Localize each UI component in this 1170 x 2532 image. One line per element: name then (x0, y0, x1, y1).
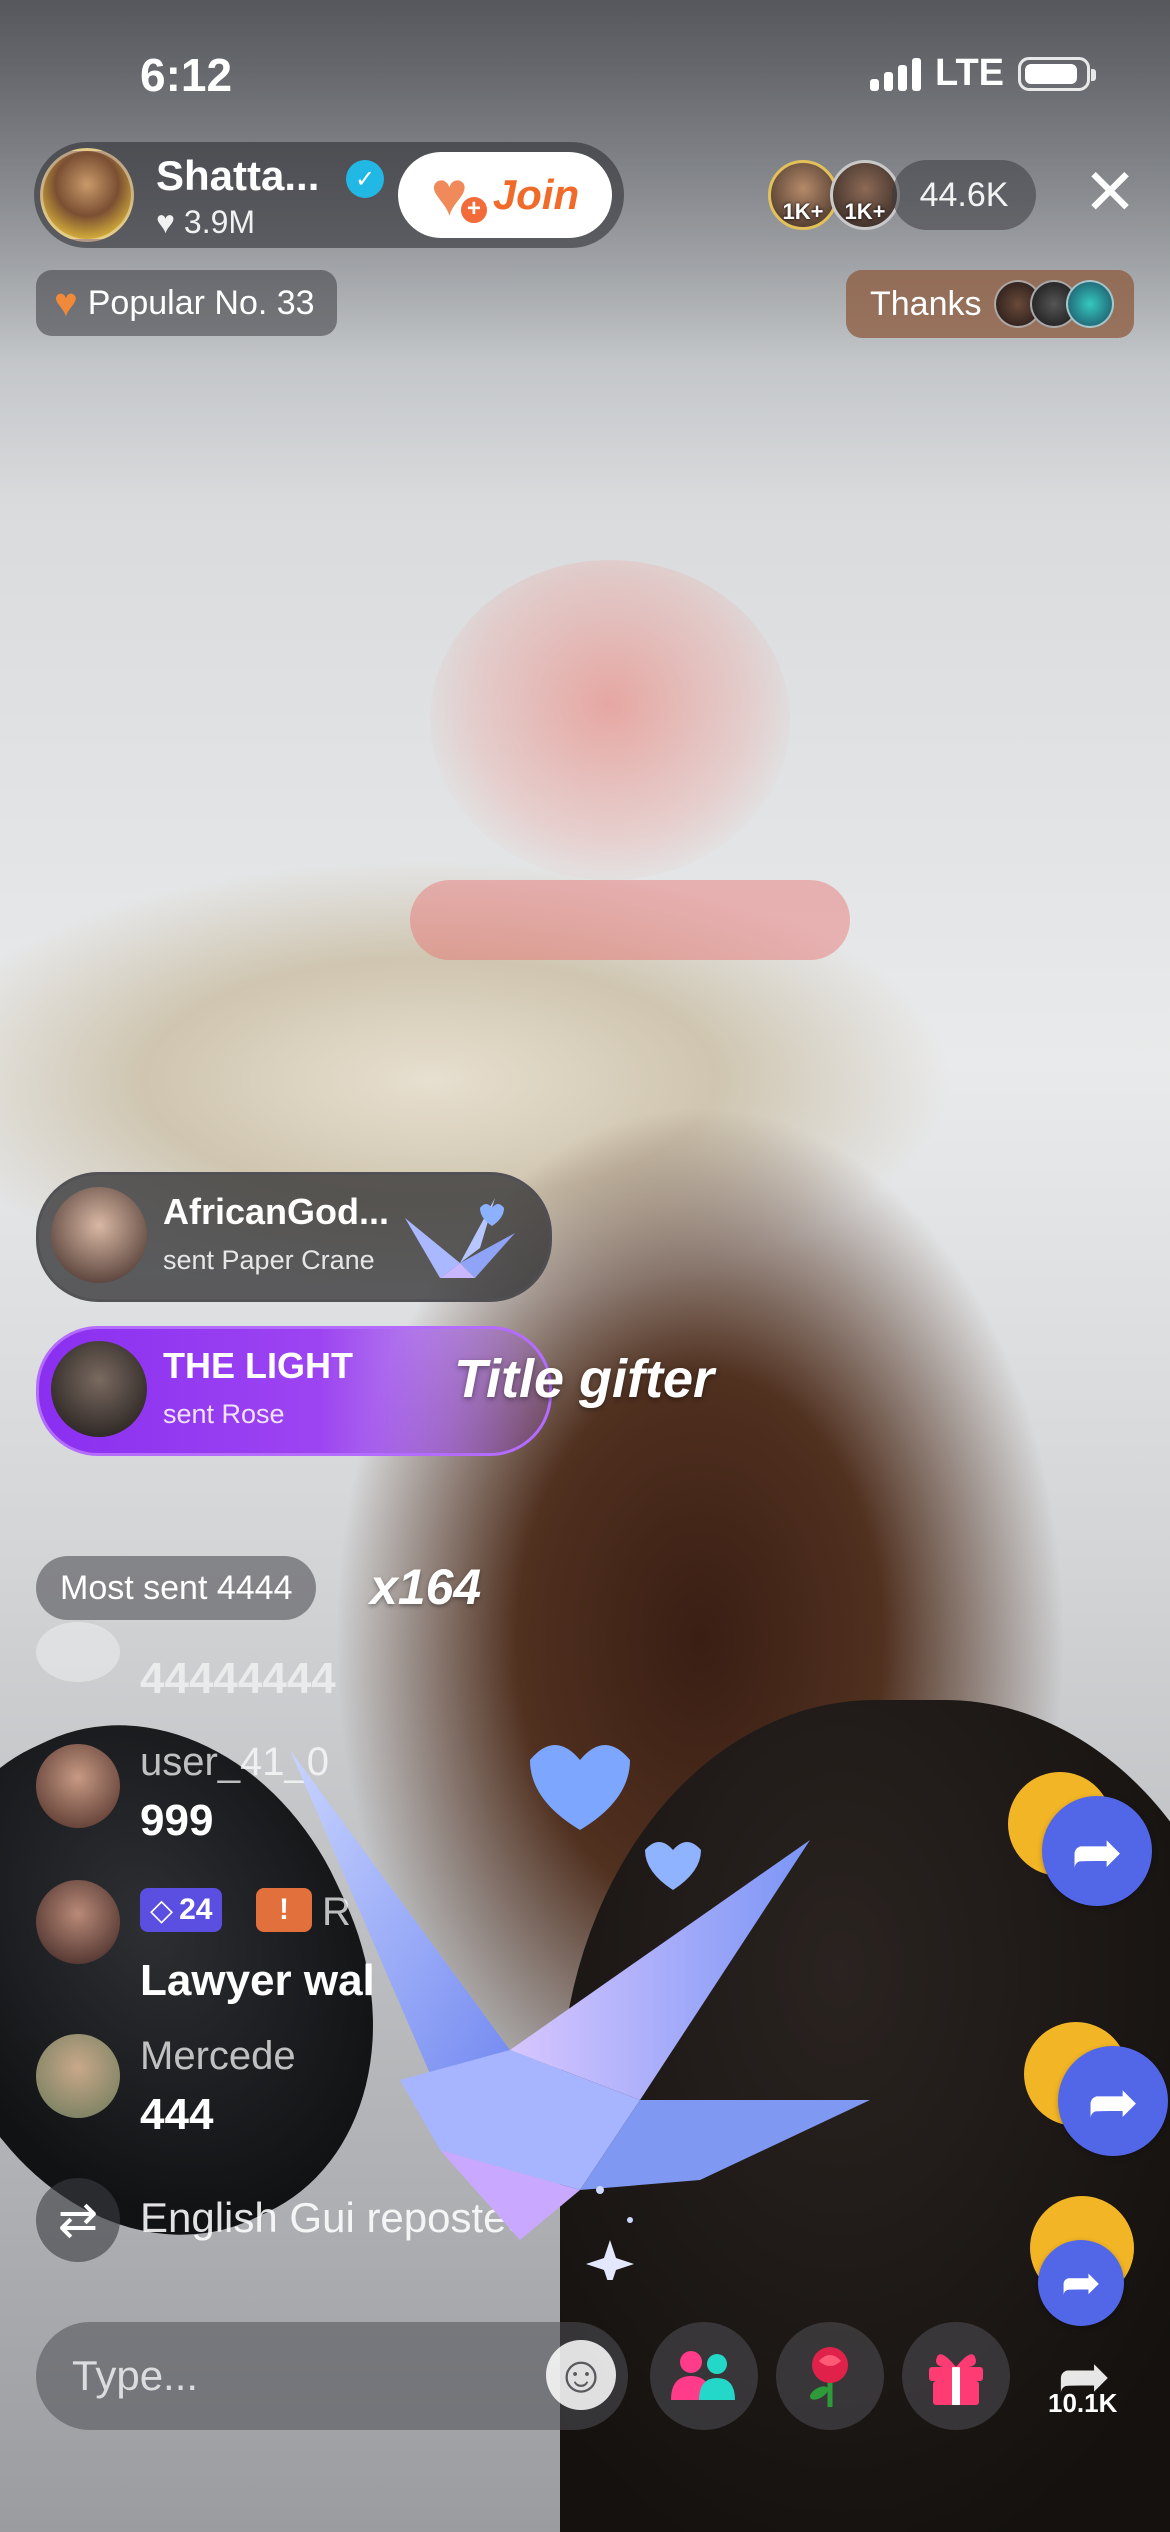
gift-sender-name: AfricanGod... (163, 1191, 390, 1232)
comment-input[interactable]: Type... ☺ (36, 2322, 628, 2430)
most-sent-badge: Most sent 4444 (36, 1556, 317, 1620)
avatar[interactable] (36, 1622, 120, 1682)
share-notification[interactable]: ➦ (1024, 2022, 1168, 2156)
close-icon[interactable]: ✕ (1080, 160, 1140, 224)
status-indicators: LTE (870, 52, 1096, 95)
gift-action: sent Paper Crane (163, 1245, 375, 1275)
host-avatar[interactable] (40, 148, 134, 242)
gift-button[interactable] (902, 2322, 1010, 2430)
avatar[interactable] (36, 1880, 120, 1964)
chat-username[interactable]: Mercede (140, 2034, 296, 2079)
friends-button[interactable] (650, 2322, 758, 2430)
heart-icon: ♥ (156, 204, 175, 240)
avatar (51, 1187, 147, 1283)
rose-icon (809, 2347, 848, 2407)
battery-icon (1018, 56, 1096, 91)
repost-icon: ⇄ (36, 2178, 120, 2262)
network-label: LTE (935, 52, 1004, 94)
top-viewer-avatar[interactable]: 1K+ (768, 160, 838, 230)
gift-icon (929, 2354, 983, 2405)
avatar[interactable] (36, 2034, 120, 2118)
join-label: Join (492, 171, 580, 218)
avatar (51, 1341, 147, 1437)
top-viewer-avatar[interactable]: 1K+ (830, 160, 900, 230)
friends-icon (671, 2351, 735, 2400)
host-name: Shatta... (156, 152, 320, 199)
gift-combo-count: x164 (370, 1559, 482, 1615)
level-badge: ◇ 24 (140, 1888, 223, 1932)
chat-message: 444 (140, 2090, 214, 2139)
comment-placeholder: Type... (72, 2352, 199, 2399)
share-count: 10.1K (1048, 2388, 1118, 2418)
host-info[interactable]: Shatta... ✓ ♥ 3.9M Join (34, 142, 624, 248)
signal-icon (870, 57, 922, 91)
viewer-badge: 1K+ (782, 199, 824, 224)
paper-crane-gift-animation (290, 1745, 870, 2280)
share-icon: ➦ (1042, 1796, 1152, 1906)
share-icon: ➦ (1038, 2240, 1124, 2326)
share-notification[interactable]: ➦ (1030, 2196, 1140, 2326)
host-likes: ♥ 3.9M (156, 204, 255, 241)
popular-rank-badge[interactable]: ♥ Popular No. 33 (36, 270, 337, 336)
viewer-count[interactable]: 44.6K (892, 160, 1036, 230)
thanks-panel[interactable]: Thanks (846, 270, 1134, 338)
popular-rank-label: Popular No. 33 (87, 283, 315, 322)
join-button[interactable]: Join (398, 152, 612, 238)
gifter-avatars (993, 280, 1114, 328)
level-number: 24 (179, 1893, 213, 1926)
share-notification[interactable]: ➦ (1008, 1772, 1152, 1906)
avatar (1065, 280, 1114, 328)
gift-sender-name: THE LIGHT (163, 1345, 353, 1386)
verified-icon: ✓ (346, 160, 384, 198)
title-gifter-label: Title gifter (454, 1349, 715, 1409)
gift-animation-banner (410, 880, 850, 960)
viewer-badge: 1K+ (844, 199, 886, 224)
share-icon: ➦ (1058, 2046, 1168, 2156)
fan-club-heart-icon (431, 159, 489, 230)
paper-crane-icon (405, 1198, 515, 1278)
chat-message: 44444444 (140, 1654, 336, 1703)
chat-message: 999 (140, 1796, 214, 1845)
avatar[interactable] (36, 1744, 120, 1828)
gift-action: sent Rose (163, 1399, 285, 1429)
diamond-icon: ◇ (150, 1893, 174, 1927)
emoji-icon[interactable]: ☺ (546, 2340, 616, 2410)
host-likes-count: 3.9M (183, 204, 256, 240)
heart-icon: ♥ (54, 280, 78, 325)
status-time: 6:12 (140, 49, 233, 101)
gift-animation-heart (430, 560, 790, 880)
rose-button[interactable] (776, 2322, 884, 2430)
thanks-label: Thanks (870, 284, 982, 323)
